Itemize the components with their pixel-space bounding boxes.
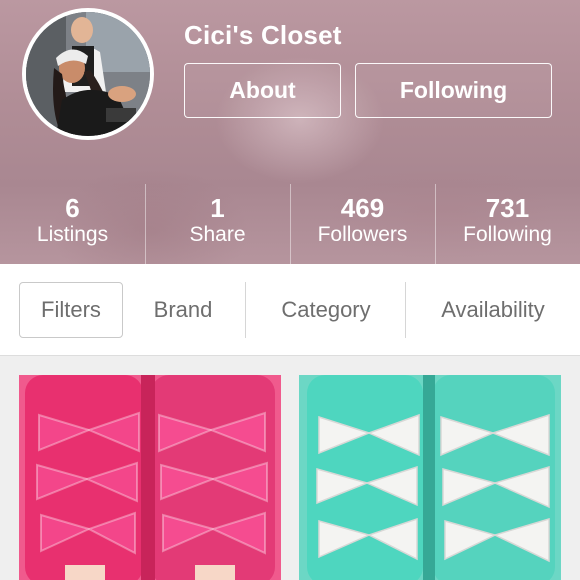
stat-following[interactable]: 731 Following [435,184,580,264]
stat-label: Following [463,223,552,246]
listing-grid [0,356,580,580]
closet-screen: Cici's Closet About Following 6 Listings… [0,0,580,580]
stat-followers[interactable]: 469 Followers [290,184,435,264]
shop-name: Cici's Closet [184,20,342,50]
aqua-boots-photo-icon [299,375,561,580]
brand-filter[interactable]: Brand [131,282,235,338]
stat-listings[interactable]: 6 Listings [0,184,145,264]
category-filter[interactable]: Category [250,282,402,338]
following-button[interactable]: Following [355,63,552,118]
stat-count: 1 [210,193,225,223]
availability-filter[interactable]: Availability [410,282,576,338]
about-button[interactable]: About [184,63,341,118]
listing-tile-pink-boots[interactable] [19,375,281,580]
stat-count: 6 [65,193,80,223]
stat-count: 731 [485,193,530,223]
stat-shares[interactable]: 1 Share [145,184,290,264]
filters-button[interactable]: Filters [19,282,123,338]
pink-boots-photo-icon [19,375,281,580]
filter-divider [245,282,246,338]
stat-label: Listings [36,223,109,246]
profile-photo-icon [26,12,150,136]
profile-stats: 6 Listings 1 Share 469 Followers 731 Fol… [0,184,580,264]
stat-label: Share [189,223,246,246]
avatar[interactable] [22,8,154,140]
profile-cover: Cici's Closet About Following 6 Listings… [0,0,580,264]
stat-count: 469 [340,193,385,223]
filter-divider [405,282,406,338]
listing-tile-aqua-boots[interactable] [299,375,561,580]
filter-bar: Filters Brand Category Availability [0,264,580,356]
stat-label: Followers [317,223,408,246]
